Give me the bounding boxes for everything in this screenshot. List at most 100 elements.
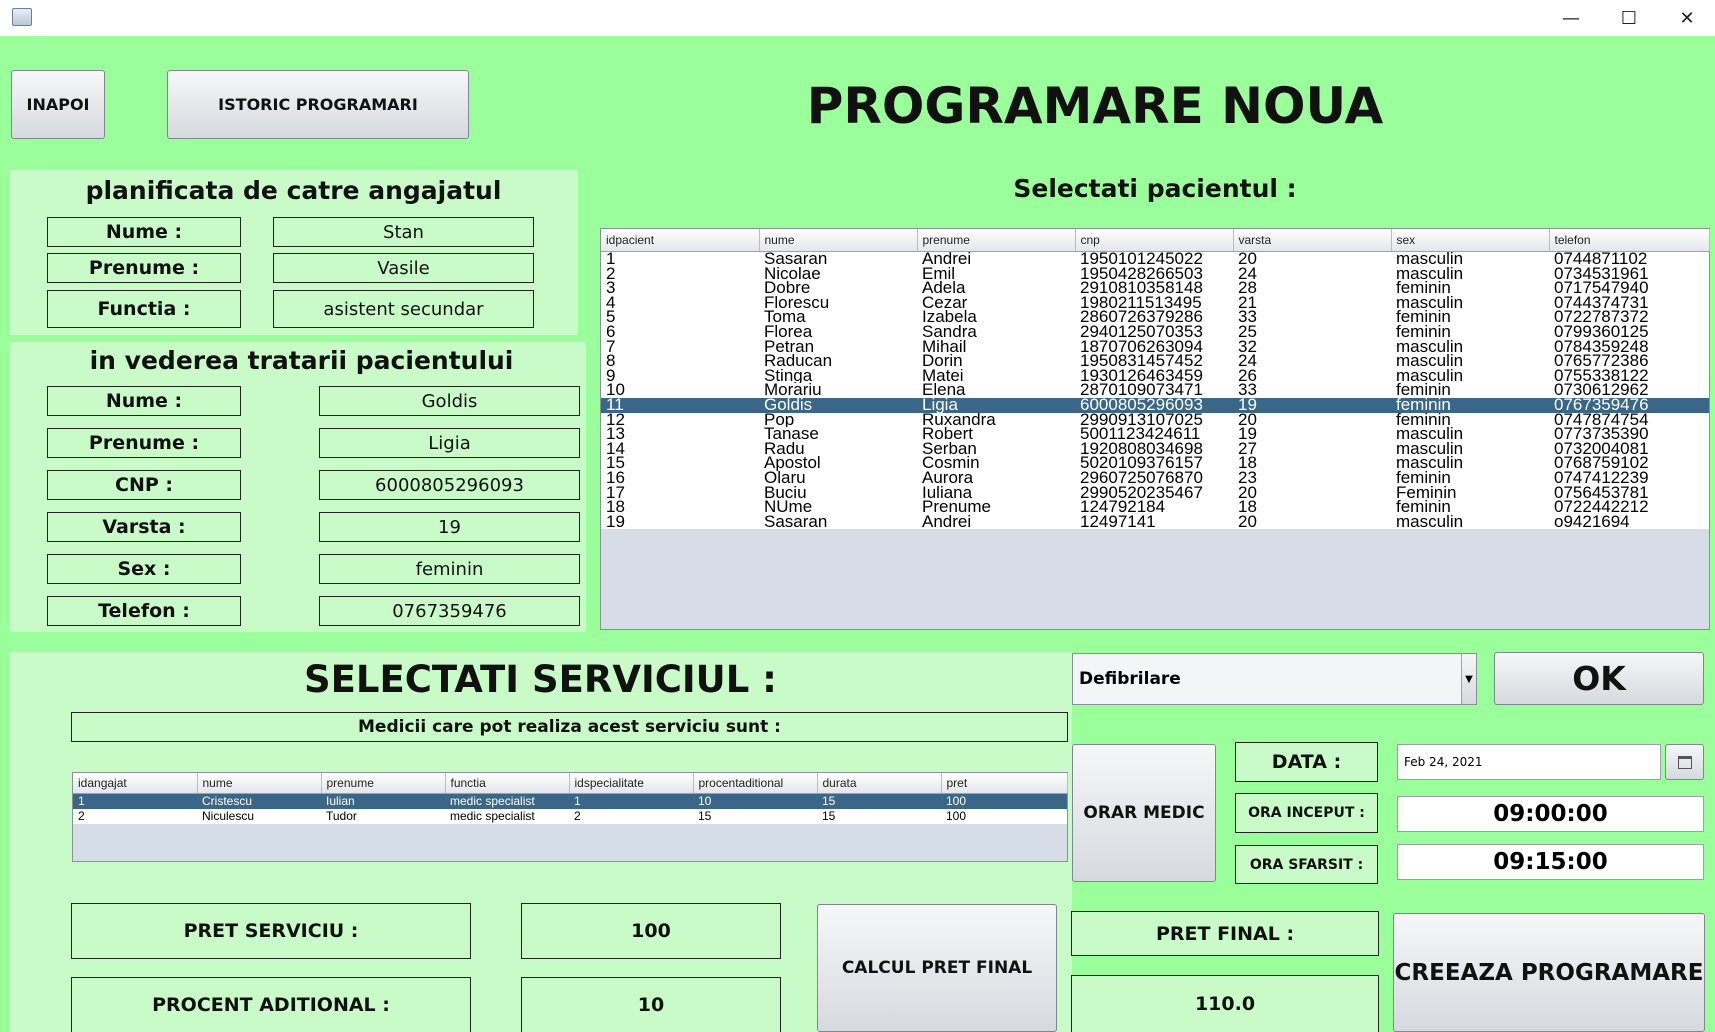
patient-row[interactable]: 4 Florescu Cezar 1980211513495 21 masculin 074… — [601, 296, 1709, 311]
doctor-cell: 100 — [946, 809, 967, 823]
patient-cell: 0722787372 — [1554, 310, 1649, 325]
date-input[interactable]: Feb 24, 2021 — [1397, 744, 1661, 780]
patient-row[interactable]: 13 Tanase Robert 5001123424611 19 masculin 077… — [601, 427, 1709, 442]
employee-nume-value: Stan — [273, 217, 534, 247]
patient-row[interactable]: 16 Olaru Aurora 2960725076870 23 feminin 07474… — [601, 471, 1709, 486]
patient-telefon-value: 0767359476 — [319, 596, 580, 626]
patient-cell: 5001123424611 — [1080, 427, 1201, 442]
close-button[interactable]: ✕ — [1659, 0, 1715, 36]
patient-cell: 1920808034698 — [1080, 441, 1203, 457]
history-button[interactable]: ISTORIC PROGRAMARI — [167, 70, 469, 139]
patient-row[interactable]: 7 Petran Mihail 1870706263094 32 masculin 0784… — [601, 340, 1709, 355]
patients-column-header[interactable]: nume — [759, 229, 918, 252]
patient-row[interactable]: 17 Buciu Iuliana 2990520235467 20 Feminin 0756… — [601, 486, 1709, 501]
patient-cell: masculin — [1396, 368, 1464, 384]
patients-table-container[interactable]: idpacient nume prenume cnp varsta sex telefon … — [600, 228, 1710, 630]
patient-cell: 124792184 — [1080, 500, 1166, 515]
patients-column-header[interactable]: sex — [1391, 229, 1550, 252]
service-select[interactable]: Defibrilare ▼ — [1072, 653, 1477, 705]
patient-cell: 2940125070353 — [1080, 324, 1203, 340]
patients-column-header[interactable]: prenume — [917, 229, 1076, 252]
patient-cell: 13 — [606, 427, 625, 442]
employee-panel: planificata de catre angajatul Nume : St… — [9, 170, 578, 335]
ok-button[interactable]: OK — [1494, 652, 1704, 705]
doctor-row[interactable]: 2 Niculescu Tudor medic specialist 2 15 15 100 — [73, 809, 1067, 824]
patient-cell: 16 — [606, 470, 625, 486]
orar-medic-button[interactable]: ORAR MEDIC — [1072, 744, 1216, 882]
patients-column-header[interactable]: varsta — [1233, 229, 1392, 252]
doctors-column-header[interactable]: functia — [445, 773, 570, 794]
patient-cell: masculin — [1396, 514, 1464, 530]
patients-column-header[interactable]: cnp — [1075, 229, 1234, 252]
patient-cell: 0755338122 — [1554, 368, 1649, 384]
patient-cell: 1950831457452 — [1080, 354, 1203, 369]
maximize-button[interactable]: ☐ — [1601, 0, 1657, 36]
patient-cell: 0767359476 — [1549, 397, 1709, 413]
patient-cell: 0799360125 — [1554, 324, 1649, 340]
patient-cell: 17 — [606, 485, 625, 501]
patient-cell: Apostol — [764, 456, 821, 471]
minimize-button[interactable]: — — [1543, 0, 1599, 36]
patient-cell: Elena — [922, 383, 966, 398]
patient-cell: 0744871102 — [1554, 251, 1648, 267]
ora-sfarsit-input[interactable]: 09:15:00 — [1397, 844, 1704, 880]
calcul-pret-final-button[interactable]: CALCUL PRET FINAL — [817, 904, 1057, 1032]
doctor-cell: 1 — [569, 793, 693, 809]
patient-cell: 0717547940 — [1554, 281, 1649, 296]
patient-row[interactable]: 6 Florea Sandra 2940125070353 25 feminin 07993… — [601, 325, 1709, 340]
patient-row[interactable]: 19 Sasaran Andrei 12497141 20 masculin o942169… — [601, 515, 1709, 530]
patient-cell: 19 — [1238, 427, 1257, 442]
chevron-down-icon[interactable]: ▼ — [1461, 654, 1476, 704]
doctors-column-header[interactable]: idspecialitate — [569, 773, 694, 794]
doctor-row[interactable]: 1 Cristescu Iulian medic specialist 1 10 15 100 — [73, 793, 1067, 809]
patient-cell: 0732004081 — [1554, 441, 1649, 457]
patient-heading: in vederea tratarii pacientului — [89, 346, 514, 375]
patient-row[interactable]: 3 Dobre Adela 2910810358148 28 feminin 0717547… — [601, 281, 1709, 296]
patient-cell: 20 — [1238, 514, 1257, 530]
patient-cell: 23 — [1238, 470, 1257, 486]
patient-row[interactable]: 18 NUme Prenume 124792184 18 feminin 072244221… — [601, 500, 1709, 515]
ora-inceput-input[interactable]: 09:00:00 — [1397, 796, 1704, 832]
procent-aditional-value: 10 — [521, 977, 781, 1032]
patient-cell: 24 — [1238, 354, 1257, 369]
patient-cell: 3 — [606, 281, 616, 296]
patient-row[interactable]: 14 Radu Serban 1920808034698 27 masculin 07320… — [601, 442, 1709, 457]
back-button[interactable]: INAPOI — [11, 70, 105, 139]
patient-cell: 2870109073471 — [1080, 383, 1203, 398]
patient-row[interactable]: 12 Pop Ruxandra 2990913107025 20 feminin 07478… — [601, 413, 1709, 428]
patient-row[interactable]: 9 Stinga Matei 1930126463459 26 masculin 07553… — [601, 369, 1709, 384]
patient-cell: Toma — [764, 310, 806, 325]
patient-row[interactable]: 5 Toma Izabela 2860726379286 33 feminin 072278… — [601, 310, 1709, 325]
patients-column-header[interactable]: idpacient — [601, 229, 760, 252]
patients-table[interactable]: idpacient nume prenume cnp varsta sex telefon … — [601, 229, 1710, 530]
doctors-column-header[interactable]: prenume — [321, 773, 446, 794]
patient-row[interactable]: 8 Raducan Dorin 1950831457452 24 masculin 0765… — [601, 354, 1709, 369]
patient-cell: 12 — [606, 412, 625, 428]
patient-cell: Sandra — [922, 324, 977, 340]
creeaza-programare-button[interactable]: CREEAZA PROGRAMARE — [1393, 913, 1705, 1032]
patient-row[interactable]: 11 Goldis Ligia 6000805296093 19 feminin 07673… — [601, 397, 1709, 413]
patient-row[interactable]: 2 Nicolae Emil 1950428266503 24 masculin 07345… — [601, 267, 1709, 282]
doctors-column-header[interactable]: durata — [817, 773, 942, 794]
patient-cell: 11 — [601, 397, 759, 413]
patient-cell: 21 — [1238, 295, 1257, 311]
patient-cell: 2910810358148 — [1080, 281, 1203, 296]
employee-prenume-value: Vasile — [273, 253, 534, 283]
patient-cell: feminin — [1396, 470, 1451, 486]
patient-row[interactable]: 1 Sasaran Andrei 1950101245022 20 masculin 074… — [601, 252, 1709, 267]
doctors-column-header[interactable]: pret — [941, 773, 1068, 794]
calendar-button[interactable] — [1665, 744, 1704, 780]
patient-cell: 10 — [606, 383, 625, 398]
doctors-column-header[interactable]: procentaditional — [693, 773, 818, 794]
patient-row[interactable]: 10 Morariu Elena 2870109073471 33 feminin 0730… — [601, 383, 1709, 398]
doctors-table-container[interactable]: idangajat nume prenume functia idspecialitat… — [72, 772, 1068, 862]
patient-cell: Florescu — [764, 295, 830, 311]
doctors-table[interactable]: idangajat nume prenume functia idspecialitat… — [73, 773, 1068, 824]
doctors-column-header[interactable]: nume — [197, 773, 322, 794]
patient-cell: Sasaran — [764, 251, 828, 267]
patient-cell: o9421694 — [1554, 514, 1630, 530]
patient-nume-label: Nume : — [47, 386, 241, 416]
patients-column-header[interactable]: telefon — [1549, 229, 1710, 252]
patient-row[interactable]: 15 Apostol Cosmin 5020109376157 18 masculin 07… — [601, 456, 1709, 471]
doctors-column-header[interactable]: idangajat — [73, 773, 198, 794]
